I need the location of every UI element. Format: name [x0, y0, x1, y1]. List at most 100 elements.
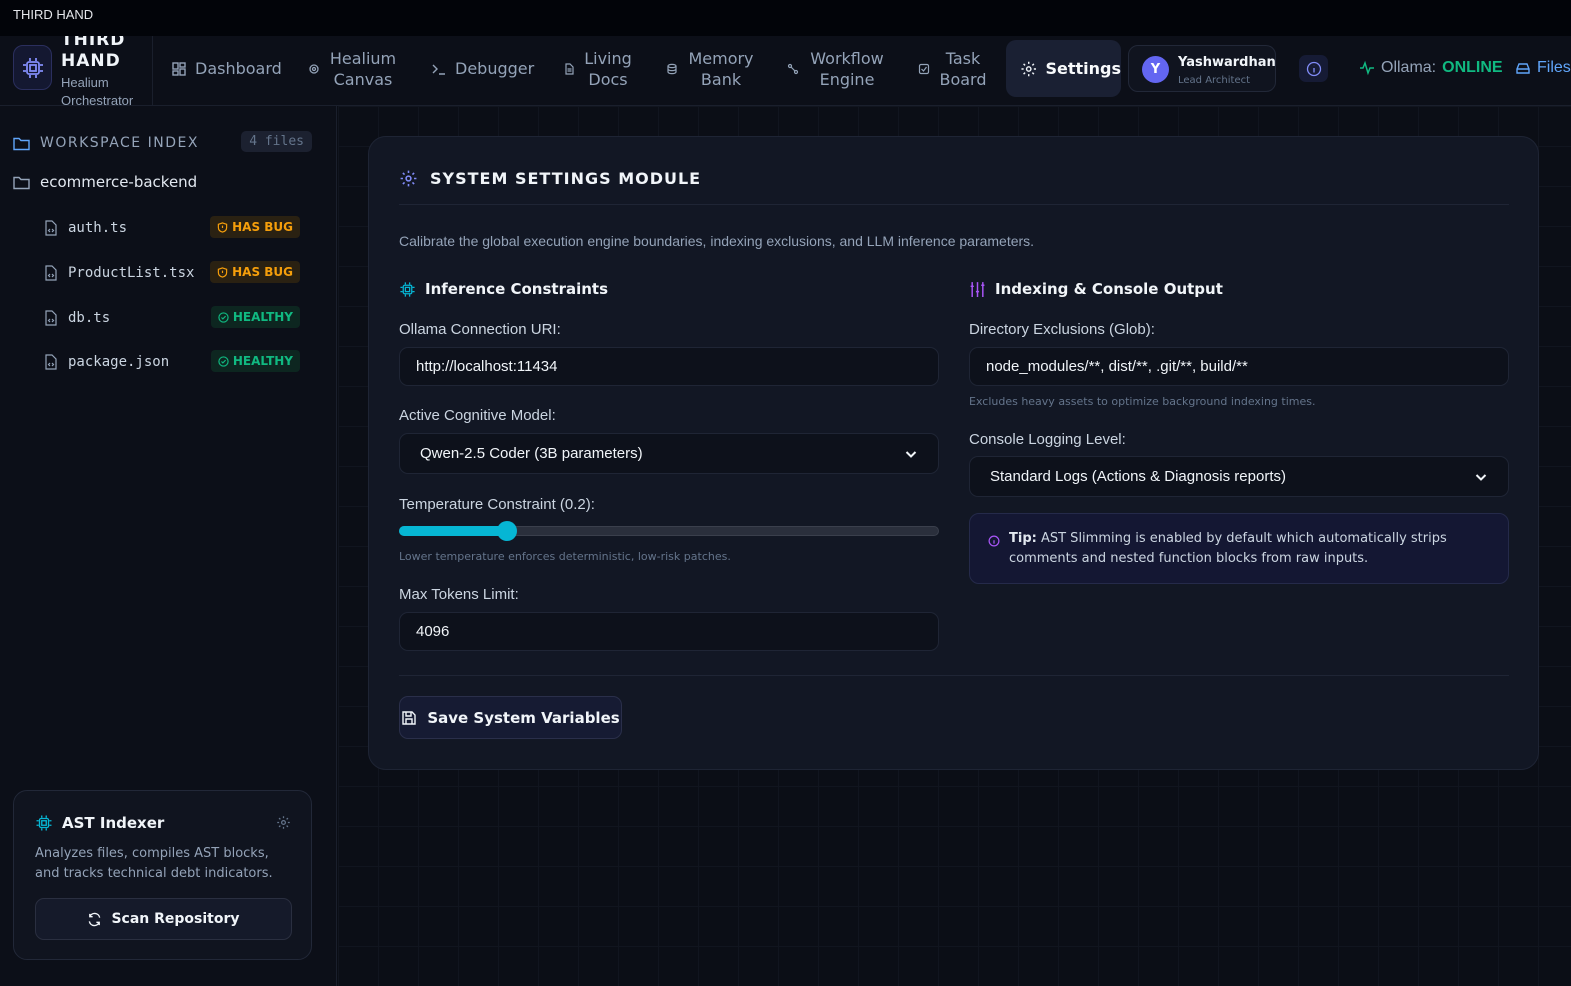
section-title: Inference Constraints — [399, 277, 939, 301]
workspace-header: WORKSPACE INDEX 4 files — [13, 131, 312, 155]
nav-healium-canvas[interactable]: Healium Canvas — [308, 40, 398, 97]
model-value: Qwen-2.5 Coder (3B parameters) — [420, 445, 643, 462]
temperature-slider[interactable] — [399, 521, 939, 541]
log-level-select[interactable]: Standard Logs (Actions & Diagnosis repor… — [969, 456, 1509, 497]
canvas-icon — [309, 63, 319, 74]
workflow-icon — [787, 63, 799, 74]
folder-name: ecommerce-backend — [40, 173, 198, 191]
indexing-section: Indexing & Console Output Directory Excl… — [969, 277, 1509, 584]
log-level-label: Console Logging Level: — [969, 431, 1126, 448]
gear-icon[interactable] — [276, 815, 291, 834]
panel-description: Calibrate the global execution engine bo… — [399, 233, 1035, 249]
gear-icon — [1021, 61, 1037, 76]
user-profile-chip[interactable]: Y Yashwardhan Lead Architect — [1128, 45, 1276, 92]
model-select[interactable]: Qwen-2.5 Coder (3B parameters) — [399, 433, 939, 474]
chip-icon — [400, 281, 415, 297]
user-role: Lead Architect — [1178, 75, 1251, 86]
nav-living-docs[interactable]: Living Docs — [563, 40, 633, 97]
dashboard-icon — [172, 61, 186, 76]
nav-label: Task Board — [939, 48, 987, 89]
status-badge: HAS BUG — [210, 216, 300, 238]
shield-alert-icon — [217, 221, 228, 233]
nav-label: Dashboard — [195, 59, 282, 78]
files-link[interactable]: Files — [1515, 59, 1571, 77]
database-icon — [667, 63, 677, 74]
check-circle-icon — [218, 355, 229, 367]
nav-label: Debugger — [455, 59, 535, 78]
nav-task-board[interactable]: Task Board — [918, 40, 988, 97]
info-icon — [1306, 61, 1321, 76]
chevron-down-icon — [1475, 473, 1487, 481]
nav-label: Workflow Engine — [810, 48, 884, 89]
checkbox-icon — [918, 63, 930, 74]
ollama-uri-input[interactable]: http://localhost:11434 — [399, 347, 939, 386]
chip-icon — [36, 815, 52, 831]
files-label: Files — [1537, 59, 1571, 76]
temperature-label: Temperature Constraint (0.2): — [399, 496, 595, 513]
drive-icon — [1516, 63, 1530, 74]
activity-icon — [1360, 60, 1374, 76]
tokens-label: Max Tokens Limit: — [399, 586, 519, 603]
user-name: Yashwardhan — [1178, 55, 1276, 70]
avatar: Y — [1142, 56, 1169, 83]
sliders-icon — [970, 281, 985, 297]
gear-icon — [400, 170, 417, 187]
save-system-variables-button[interactable]: Save System Variables — [399, 696, 622, 739]
file-name: ProductList.tsx — [68, 265, 195, 281]
tip-text: Tip: AST Slimming is enabled by default … — [1009, 531, 1447, 566]
exclusions-label: Directory Exclusions (Glob): — [969, 321, 1155, 338]
window-title: THIRD HAND — [0, 0, 1571, 36]
page-title: SYSTEM SETTINGS MODULE — [399, 169, 701, 188]
inference-section: Inference Constraints Ollama Connection … — [399, 277, 939, 651]
refresh-icon — [89, 912, 101, 926]
nav-label: Settings — [1045, 59, 1121, 78]
brand-name: THIRD HAND — [61, 36, 126, 71]
nav-dashboard[interactable]: Dashboard — [171, 40, 282, 97]
nav-label: Healium Canvas — [329, 48, 397, 89]
file-name: package.json — [68, 354, 170, 370]
info-button[interactable] — [1299, 55, 1328, 82]
tip-box: Tip: AST Slimming is enabled by default … — [969, 513, 1509, 584]
code-file-icon — [45, 354, 57, 370]
nav-memory-bank[interactable]: Memory Bank — [666, 40, 756, 97]
ast-description: Analyzes files, compiles AST blocks, and… — [35, 846, 273, 881]
exclusions-hint: Excludes heavy assets to optimize backgr… — [969, 395, 1316, 408]
temperature-hint: Lower temperature enforces deterministic… — [399, 550, 731, 563]
file-item-db[interactable]: db.ts HEALTHY — [44, 306, 300, 330]
file-item-productlist[interactable]: ProductList.tsx HAS BUG — [44, 261, 300, 285]
scan-repository-button[interactable]: Scan Repository — [35, 898, 292, 940]
exclusions-input[interactable]: node_modules/**, dist/**, .git/**, build… — [969, 347, 1509, 386]
divider — [399, 204, 1509, 205]
uri-label: Ollama Connection URI: — [399, 321, 561, 338]
folder-ecommerce-backend[interactable]: ecommerce-backend — [13, 173, 197, 191]
status-badge: HEALTHY — [210, 350, 300, 372]
nav-label: Living Docs — [584, 48, 632, 89]
nav-settings[interactable]: Settings — [1006, 40, 1121, 97]
ollama-status: Ollama: ONLINE — [1359, 59, 1503, 77]
file-item-package[interactable]: package.json HEALTHY — [44, 350, 300, 374]
code-file-icon — [45, 220, 57, 236]
divider — [399, 675, 1509, 676]
status-value: ONLINE — [1442, 59, 1503, 76]
ast-title: AST Indexer — [35, 814, 164, 832]
slider-thumb[interactable] — [497, 521, 517, 541]
status-badge: HAS BUG — [210, 261, 300, 283]
slider-fill — [399, 526, 507, 536]
folder-icon — [13, 137, 30, 150]
document-icon — [565, 62, 574, 75]
file-item-auth[interactable]: auth.ts HAS BUG — [44, 216, 300, 240]
nav-label: Memory Bank — [688, 48, 754, 89]
nav-workflow-engine[interactable]: Workflow Engine — [787, 40, 887, 97]
chip-logo-icon — [13, 45, 52, 90]
model-label: Active Cognitive Model: — [399, 407, 556, 424]
workspace-title: WORKSPACE INDEX — [40, 135, 199, 151]
file-count-badge: 4 files — [241, 131, 312, 152]
max-tokens-input[interactable]: 4096 — [399, 612, 939, 651]
code-file-icon — [45, 310, 57, 326]
nav-debugger[interactable]: Debugger — [431, 40, 534, 97]
status-badge: HEALTHY — [210, 306, 300, 328]
settings-panel: SYSTEM SETTINGS MODULE Calibrate the glo… — [368, 136, 1539, 770]
log-level-value: Standard Logs (Actions & Diagnosis repor… — [990, 468, 1286, 485]
check-circle-icon — [218, 311, 229, 323]
folder-icon — [13, 176, 30, 189]
